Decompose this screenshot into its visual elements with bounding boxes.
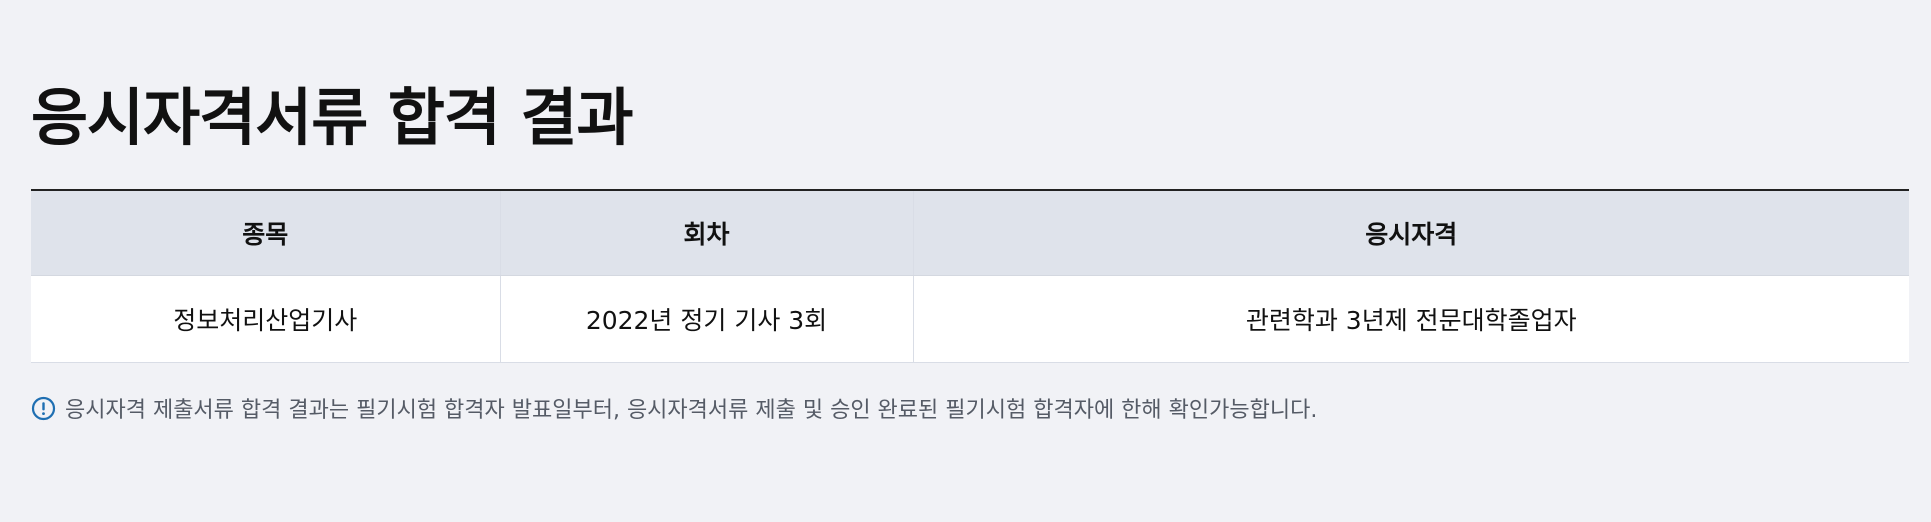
cell-subject: 정보처리산업기사: [31, 275, 501, 363]
cell-qualification: 관련학과 3년제 전문대학졸업자: [913, 275, 1909, 363]
notice-text: 응시자격 제출서류 합격 결과는 필기시험 합격자 발표일부터, 응시자격서류 …: [65, 398, 1318, 423]
page-title: 응시자격서류 합격 결과: [31, 81, 634, 154]
result-table: 종목 회차 응시자격 정보처리산업기사 2022년 정기 기사 3회 관련학과 …: [31, 189, 1909, 363]
column-header-subject: 종목: [31, 190, 501, 276]
cell-round: 2022년 정기 기사 3회: [500, 275, 914, 363]
table-row: 정보처리산업기사 2022년 정기 기사 3회 관련학과 3년제 전문대학졸업자: [31, 275, 1909, 363]
notice: 응시자격 제출서류 합격 결과는 필기시험 합격자 발표일부터, 응시자격서류 …: [31, 392, 1317, 424]
column-header-round: 회차: [500, 190, 914, 276]
table-header-row: 종목 회차 응시자격: [31, 190, 1909, 276]
column-header-qualification: 응시자격: [913, 190, 1909, 276]
info-icon: [31, 396, 56, 421]
